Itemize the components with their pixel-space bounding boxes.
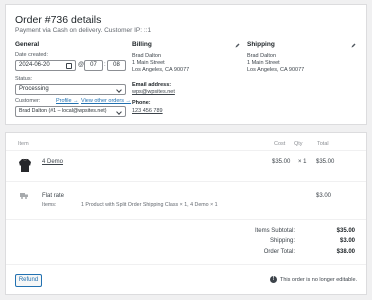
shipping-items-label: Items: (42, 202, 57, 208)
items-subtotal-label: Items Subtotal: (254, 228, 295, 234)
phone-label: Phone: (132, 100, 151, 106)
billing-phone-link[interactable]: 123 456 789 (132, 108, 163, 115)
divider (6, 219, 366, 220)
date-created-value: 2024-06-20 (19, 62, 50, 68)
customer-value: Brad Dalton (#1 – local@wpsites.net) (19, 108, 107, 114)
divider (6, 264, 366, 265)
shipping-total: $3.00 (316, 193, 332, 199)
status-value: Processing (19, 86, 49, 92)
status-label: Status: (15, 76, 33, 82)
divider (6, 181, 366, 182)
shipping-truck-icon (20, 193, 28, 199)
chevron-down-icon (116, 87, 122, 93)
order-total-label: Order Total: (263, 249, 295, 255)
shipping-name: Brad Dalton (247, 53, 277, 59)
item-column-header: Item (18, 141, 29, 147)
billing-address: Brad Dalton 1 Main Street Los Angeles, C… (132, 53, 189, 75)
customer-select[interactable]: Brad Dalton (#1 – local@wpsites.net) (15, 106, 126, 117)
info-icon: ! (270, 276, 277, 283)
product-total: $35.00 (316, 159, 335, 165)
date-created-input[interactable]: 2024-06-20 (15, 60, 76, 71)
product-link[interactable]: 4 Demo (42, 159, 63, 165)
billing-heading: Billing (132, 41, 152, 48)
billing-email-link[interactable]: wps@wpsites.net (132, 89, 175, 96)
shipping-heading: Shipping (247, 41, 275, 48)
product-cost: $35.00 (272, 159, 291, 165)
payment-info: Payment via Cash on delivery. Customer I… (15, 27, 152, 34)
status-select[interactable]: Processing (15, 84, 126, 95)
shipping-street: 1 Main Street (247, 60, 280, 67)
not-editable-notice: This order is no longer editable. (280, 277, 358, 283)
billing-name: Brad Dalton (132, 53, 162, 59)
billing-street: 1 Main Street (132, 60, 165, 67)
shipping-total-value: $3.00 (339, 238, 355, 244)
page-title: Order #736 details (15, 14, 102, 26)
shipping-method: Flat rate (42, 193, 65, 199)
shipping-address: Brad Dalton 1 Main Street Los Angeles, C… (247, 53, 304, 75)
items-subtotal-value: $35.00 (336, 228, 355, 234)
product-qty: × 1 (298, 159, 307, 165)
view-other-orders-link[interactable]: View other orders → (81, 98, 131, 104)
hour-input[interactable]: 07 (84, 60, 103, 71)
qty-column-header: Qty (294, 141, 303, 147)
cost-column-header: Cost (274, 141, 286, 147)
time-separator: : (104, 62, 106, 68)
shipping-items-value: 1 Product with Split Order Shipping Clas… (81, 202, 218, 208)
customer-label: Customer: (15, 98, 41, 104)
calendar-icon (66, 63, 72, 69)
product-hoodie-thumbnail (19, 158, 31, 172)
total-column-header: Total (317, 141, 329, 147)
billing-city: Los Angeles, CA 90077 (132, 67, 190, 74)
refund-button[interactable]: Refund (15, 274, 42, 287)
minute-input[interactable]: 08 (107, 60, 126, 71)
date-created-label: Date created: (15, 52, 49, 58)
divider (6, 150, 366, 151)
customer-profile-link[interactable]: Profile → (56, 98, 79, 104)
shipping-city: Los Angeles, CA 90077 (247, 67, 305, 74)
shipping-total-label: Shipping: (269, 238, 295, 244)
chevron-down-icon (116, 109, 122, 115)
order-items-panel: Item Cost Qty Total 4 Demo $35.00 × 1 $3… (5, 132, 367, 295)
order-total-value: $38.00 (336, 249, 355, 255)
general-heading: General (15, 41, 40, 48)
edit-shipping-pencil-icon[interactable] (351, 43, 356, 48)
edit-billing-pencil-icon[interactable] (235, 43, 240, 48)
order-details-panel: Order #736 details Payment via Cash on d… (5, 4, 367, 125)
